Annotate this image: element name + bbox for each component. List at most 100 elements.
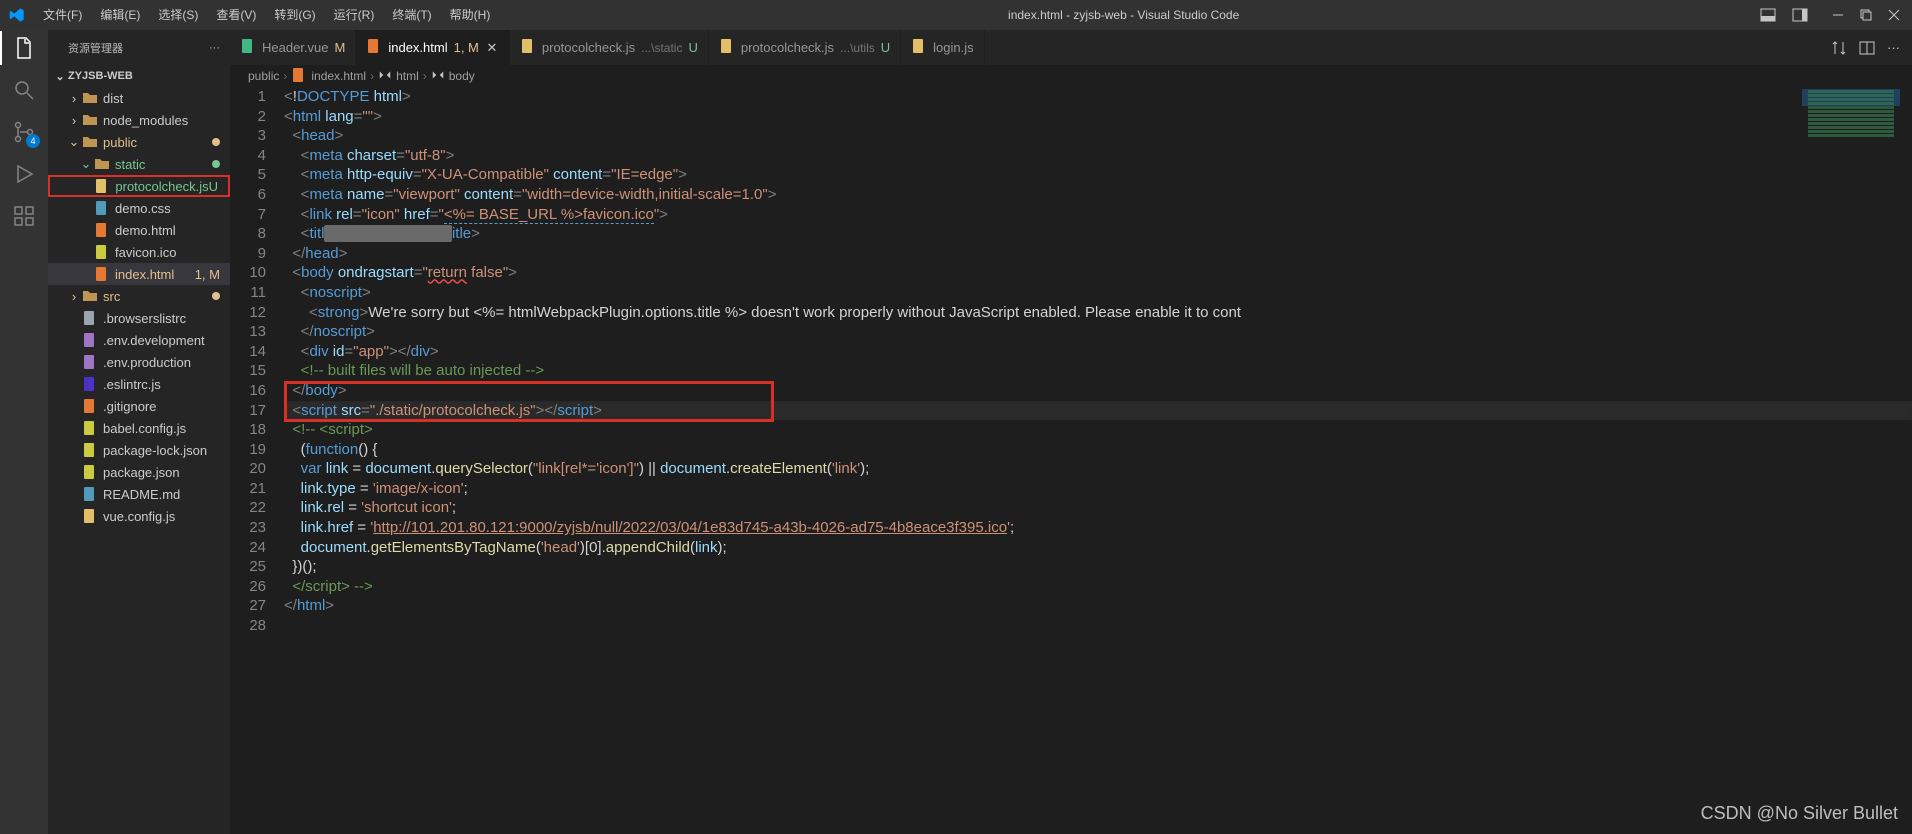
source-control-icon[interactable]: 4 <box>12 120 36 144</box>
more-icon[interactable]: ··· <box>209 42 220 54</box>
vscode-logo-icon <box>0 7 34 23</box>
tree-item-label: static <box>115 157 145 172</box>
tree-item[interactable]: .browserslistrc <box>48 307 230 329</box>
search-icon[interactable] <box>12 78 36 102</box>
editor-tab[interactable]: Header.vueM <box>230 30 356 65</box>
tree-item[interactable]: ›src <box>48 285 230 307</box>
file-icon <box>82 90 98 106</box>
menu-item[interactable]: 编辑(E) <box>91 0 149 30</box>
minimap[interactable] <box>1802 89 1900 259</box>
more-icon[interactable]: ··· <box>1887 40 1900 55</box>
tree-item[interactable]: babel.config.js <box>48 417 230 439</box>
tab-label: protocolcheck.js <box>542 40 635 55</box>
tab-label: login.js <box>933 40 973 55</box>
menu-item[interactable]: 运行(R) <box>325 0 384 30</box>
menu-item[interactable]: 选择(S) <box>149 0 207 30</box>
file-icon <box>82 376 98 392</box>
menu-item[interactable]: 转到(G) <box>265 0 324 30</box>
project-header[interactable]: ⌄ ZYJSB-WEB <box>48 65 230 87</box>
tree-item-label: .env.development <box>103 333 205 348</box>
tree-item-label: public <box>103 135 137 150</box>
minimize-button[interactable] <box>1832 9 1844 21</box>
breadcrumb-item[interactable]: body <box>449 69 475 83</box>
tab-status: U <box>881 40 890 55</box>
html-icon <box>291 67 307 86</box>
layout-controls[interactable] <box>1748 7 1820 23</box>
tree-item[interactable]: demo.html <box>48 219 230 241</box>
tab-file-icon <box>719 38 735 57</box>
extensions-icon[interactable] <box>12 204 36 228</box>
menu-item[interactable]: 帮助(H) <box>441 0 500 30</box>
tree-item-label: protocolcheck.js <box>115 179 208 194</box>
tree-item[interactable]: favicon.ico <box>48 241 230 263</box>
tree-item-label: demo.html <box>115 223 176 238</box>
sidebar-toggle-icon[interactable] <box>1792 7 1808 23</box>
file-icon <box>82 442 98 458</box>
twisty-icon: › <box>66 91 82 106</box>
tree-item[interactable]: .eslintrc.js <box>48 373 230 395</box>
tab-file-icon <box>520 38 536 57</box>
compare-icon[interactable] <box>1831 40 1847 56</box>
tab-status: M <box>335 40 346 55</box>
tab-status: U <box>688 40 697 55</box>
editor-tab[interactable]: protocolcheck.js...\staticU <box>510 30 709 65</box>
editor-tab[interactable]: login.js <box>901 30 984 65</box>
tree-item[interactable]: ⌄ public <box>48 131 230 153</box>
panel-toggle-icon[interactable] <box>1760 7 1776 23</box>
tree-item-label: babel.config.js <box>103 421 186 436</box>
tab-path: ...\utils <box>840 41 875 55</box>
code-editor[interactable]: 1234567891011121314151617181920212223242… <box>230 87 1912 834</box>
menu-item[interactable]: 终端(T) <box>383 0 440 30</box>
breadcrumb-sep: › <box>370 69 374 83</box>
window-controls <box>1820 9 1912 21</box>
editor-tab[interactable]: index.html1, M✕ <box>356 30 510 65</box>
code-content[interactable]: <!DOCTYPE html><html lang=""> <head> <me… <box>284 87 1912 834</box>
tree-item[interactable]: ›node_modules <box>48 109 230 131</box>
breadcrumbs[interactable]: public›index.html›html›body <box>230 65 1912 87</box>
tab-file-icon <box>240 38 256 57</box>
breadcrumb-item[interactable]: public <box>248 69 279 83</box>
git-dot <box>212 292 220 300</box>
file-tree: ›dist›node_modules⌄public⌄staticprotocol… <box>48 87 230 834</box>
explorer-icon[interactable] <box>12 36 36 60</box>
twisty-icon: › <box>66 289 82 304</box>
split-icon[interactable] <box>1859 40 1875 56</box>
breadcrumb-item[interactable]: index.html <box>311 69 366 83</box>
tree-item-label: .env.production <box>103 355 191 370</box>
tree-item[interactable]: vue.config.js <box>48 505 230 527</box>
window-title: index.html - zyjsb-web - Visual Studio C… <box>499 8 1748 22</box>
run-debug-icon[interactable] <box>12 162 36 186</box>
tree-item[interactable]: demo.css <box>48 197 230 219</box>
menu-item[interactable]: 查看(V) <box>207 0 265 30</box>
twisty-icon: ⌄ <box>66 134 82 150</box>
menu-item[interactable]: 文件(F) <box>34 0 91 30</box>
menu-bar: 文件(F)编辑(E)选择(S)查看(V)转到(G)运行(R)终端(T)帮助(H) <box>34 0 499 30</box>
tree-item[interactable]: .env.production <box>48 351 230 373</box>
tree-item-label: node_modules <box>103 113 188 128</box>
file-icon <box>94 244 110 260</box>
tree-item[interactable]: index.html1, M <box>48 263 230 285</box>
tree-item[interactable]: package.json <box>48 461 230 483</box>
tree-item[interactable]: protocolcheck.jsU <box>48 175 230 197</box>
tree-item[interactable]: README.md <box>48 483 230 505</box>
close-icon[interactable]: ✕ <box>485 41 499 55</box>
maximize-button[interactable] <box>1860 9 1872 21</box>
tree-item[interactable]: package-lock.json <box>48 439 230 461</box>
tree-item[interactable]: ⌄static <box>48 153 230 175</box>
close-button[interactable] <box>1888 9 1900 21</box>
file-icon <box>94 222 110 238</box>
file-icon <box>82 134 98 150</box>
file-icon <box>82 112 98 128</box>
tree-item-label: index.html <box>115 267 174 282</box>
git-dot <box>212 160 220 168</box>
file-icon <box>82 332 98 348</box>
tree-item[interactable]: ›dist <box>48 87 230 109</box>
title-bar: 文件(F)编辑(E)选择(S)查看(V)转到(G)运行(R)终端(T)帮助(H)… <box>0 0 1912 30</box>
tree-item-label: package-lock.json <box>103 443 207 458</box>
watermark: CSDN @No Silver Bullet <box>1701 803 1898 824</box>
breadcrumb-item[interactable]: html <box>396 69 419 83</box>
tree-item[interactable]: .gitignore <box>48 395 230 417</box>
git-dot <box>212 138 220 146</box>
editor-tab[interactable]: protocolcheck.js...\utilsU <box>709 30 901 65</box>
tree-item[interactable]: .env.development <box>48 329 230 351</box>
